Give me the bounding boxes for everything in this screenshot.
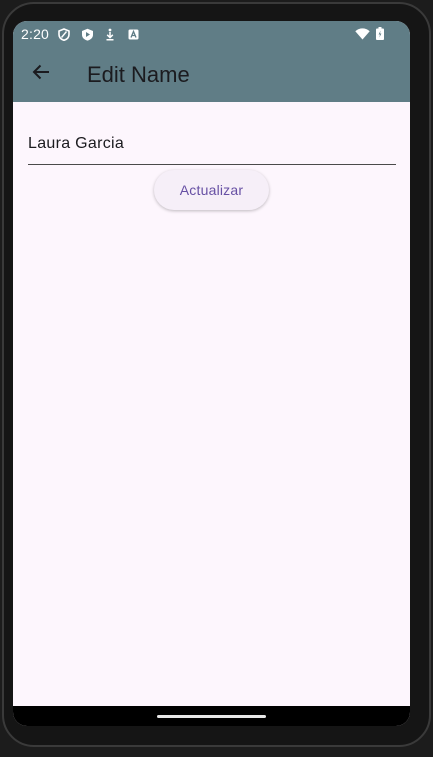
phone-screen: 2:20 Edit Name Laura Garcia Actualizar bbox=[13, 21, 410, 726]
wifi-icon bbox=[355, 27, 370, 40]
shield-icon bbox=[57, 27, 71, 41]
text-a-icon bbox=[126, 27, 140, 41]
status-bar: 2:20 bbox=[13, 21, 410, 47]
status-icons-left bbox=[57, 27, 149, 41]
status-icons-right bbox=[349, 27, 384, 40]
home-indicator[interactable] bbox=[157, 715, 266, 718]
arrow-back-icon bbox=[32, 64, 50, 85]
battery-icon bbox=[376, 27, 384, 40]
app-bar: Edit Name bbox=[13, 47, 410, 102]
play-protect-icon bbox=[80, 27, 94, 41]
status-time: 2:20 bbox=[21, 26, 50, 42]
update-button[interactable]: Actualizar bbox=[154, 170, 269, 210]
name-input[interactable] bbox=[28, 124, 396, 165]
edit-name-form: Actualizar bbox=[13, 102, 410, 706]
page-title: Edit Name bbox=[87, 61, 190, 87]
navigation-bar bbox=[13, 706, 410, 726]
download-icon bbox=[103, 27, 117, 41]
device-frame: 2:20 Edit Name Laura Garcia Actualizar bbox=[0, 0, 433, 757]
back-button[interactable] bbox=[21, 55, 61, 95]
